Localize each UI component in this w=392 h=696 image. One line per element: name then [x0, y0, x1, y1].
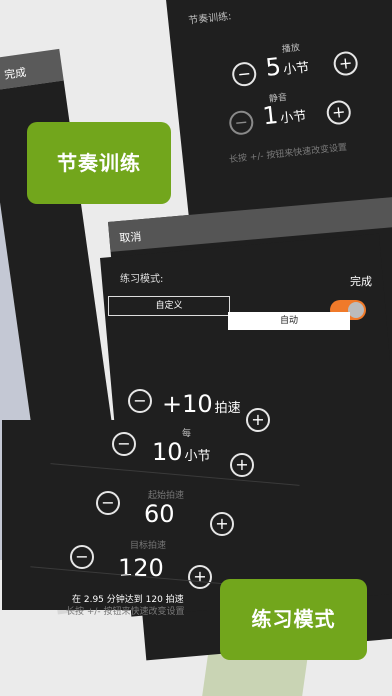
- target-minus-button[interactable]: −: [70, 545, 94, 569]
- start-plus-button[interactable]: +: [210, 512, 234, 536]
- every-plus-button[interactable]: +: [230, 453, 254, 477]
- every-number: 10: [152, 438, 183, 466]
- every-minus-button[interactable]: −: [112, 432, 136, 456]
- increment-minus-button[interactable]: −: [128, 389, 152, 413]
- done-button[interactable]: 完成: [350, 273, 372, 289]
- segment-auto[interactable]: 自动: [228, 312, 350, 330]
- toggle-knob: [348, 302, 364, 318]
- mode-segmented-control: 自定义 自动: [108, 296, 350, 332]
- every-unit: 小节: [184, 449, 211, 464]
- segment-custom[interactable]: 自定义: [108, 296, 230, 316]
- start-tempo-value: 60: [144, 500, 175, 528]
- segment-auto-label: 自动: [279, 316, 298, 326]
- start-minus-button[interactable]: −: [96, 491, 120, 515]
- minus-icon: −: [117, 434, 131, 453]
- minus-icon: −: [133, 391, 147, 410]
- every-value: 10 小节: [152, 438, 211, 466]
- plus-icon: +: [235, 455, 249, 474]
- minus-icon: −: [75, 547, 89, 566]
- badge-practice-mode: 练习模式: [220, 579, 367, 660]
- minus-icon: −: [101, 493, 115, 512]
- increment-plus-button[interactable]: +: [246, 408, 270, 432]
- target-tempo-label: 目标拍速: [130, 541, 167, 551]
- badge-rhythm-training: 节奏训练: [27, 122, 171, 204]
- plus-icon: +: [251, 410, 265, 429]
- practice-hint: 长按 +/- 按钮来快速改变设置: [66, 607, 185, 617]
- increment-number: +10: [162, 390, 213, 418]
- mode-label: 练习模式:: [120, 274, 164, 285]
- segment-custom-label: 自定义: [155, 301, 183, 311]
- increment-unit: 拍速: [214, 401, 241, 416]
- increment-value: +10 拍速: [162, 390, 241, 418]
- plus-icon: +: [215, 514, 229, 533]
- plus-icon: +: [193, 567, 207, 586]
- target-plus-button[interactable]: +: [188, 565, 212, 589]
